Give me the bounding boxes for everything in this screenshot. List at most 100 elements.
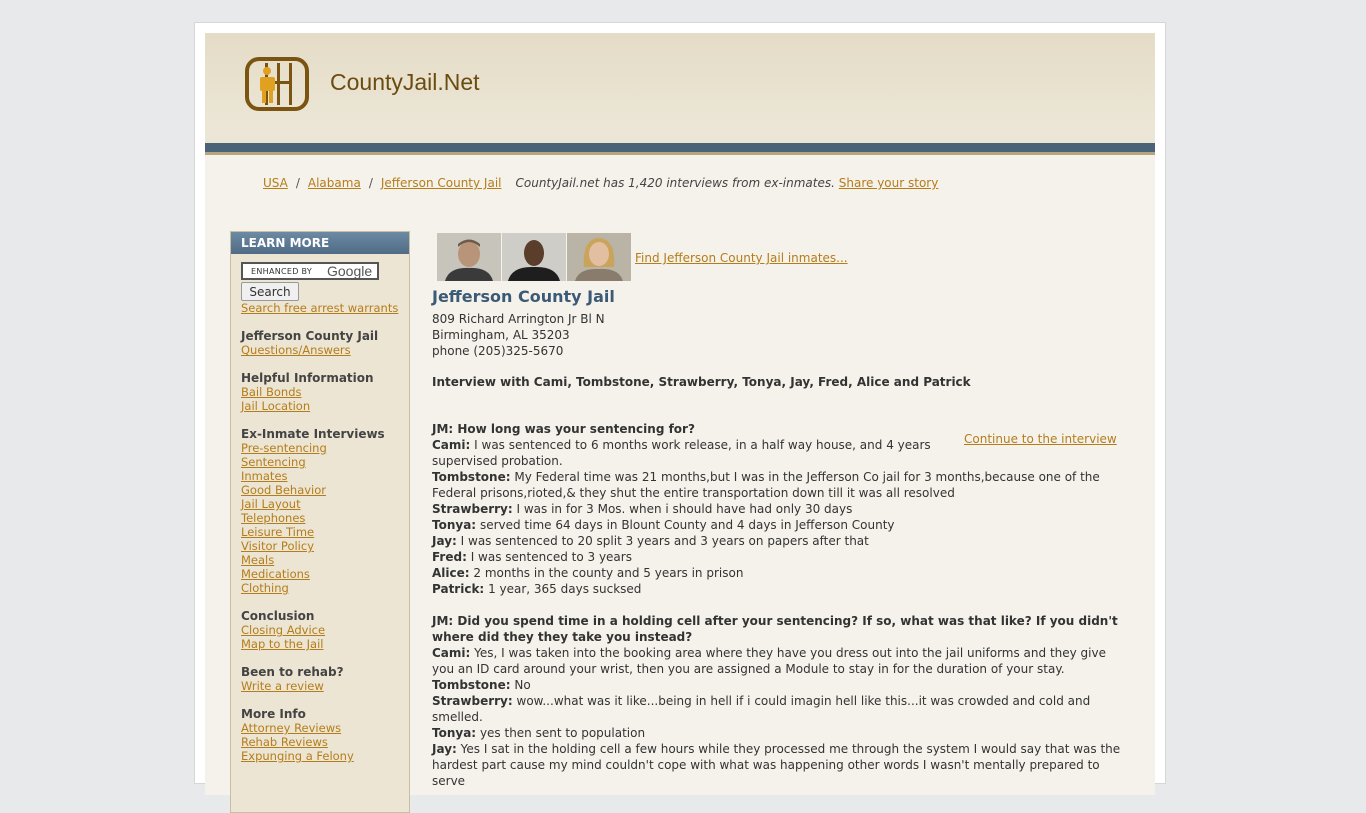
inmate-mugshot[interactable] <box>502 233 566 281</box>
sidebar-section-title: Ex-Inmate Interviews <box>241 427 385 441</box>
page-title: Jefferson County Jail <box>432 287 615 306</box>
jail-address: 809 Richard Arrington Jr Bl N Birmingham… <box>432 311 605 359</box>
answer-text: wow...what was it like...being in hell i… <box>432 694 1091 724</box>
site-name[interactable]: CountyJail.Net <box>330 69 480 96</box>
breadcrumb-jefferson[interactable]: Jefferson County Jail <box>381 176 502 190</box>
answer-name: Cami: <box>432 438 471 452</box>
sidebar-link-write-review[interactable]: Write a review <box>241 679 409 693</box>
breadcrumb-usa[interactable]: USA <box>263 176 288 190</box>
sidebar-link-sentencing[interactable]: Sentencing <box>241 455 409 469</box>
answer-text: I was in for 3 Mos. when i should have h… <box>516 502 853 516</box>
inmate-mugshot[interactable] <box>437 233 501 281</box>
interview-qa: JM: How long was your sentencing for? Ca… <box>432 421 1125 789</box>
answer-name: Alice: <box>432 566 470 580</box>
find-inmates-link[interactable]: Find Jefferson County Jail inmates... <box>635 251 848 265</box>
answer: Cami: Yes, I was taken into the booking … <box>432 645 1125 677</box>
answer: Jay: Yes I sat in the holding cell a few… <box>432 741 1125 789</box>
sidebar-link-rehab-reviews[interactable]: Rehab Reviews <box>241 735 409 749</box>
answer-text: I was sentenced to 6 months work release… <box>432 438 931 468</box>
answer-name: Patrick: <box>432 582 485 596</box>
sidebar-section-title: Helpful Information <box>241 371 374 385</box>
sidebar-link-meals[interactable]: Meals <box>241 553 409 567</box>
sidebar-header: LEARN MORE <box>231 232 409 254</box>
sidebar-section-title: Jefferson County Jail <box>241 329 379 343</box>
sidebar-link-inmates[interactable]: Inmates <box>241 469 409 483</box>
answer-text: 1 year, 365 days sucksed <box>488 582 642 596</box>
answer: Jay: I was sentenced to 20 split 3 years… <box>432 533 1125 549</box>
sidebar-link-leisure-time[interactable]: Leisure Time <box>241 525 409 539</box>
answer-name: Tonya: <box>432 726 477 740</box>
answer-text: Yes I sat in the holding cell a few hour… <box>432 742 1121 788</box>
search-enhanced-label: ENHANCED BY <box>251 267 313 276</box>
sidebar-section-title: Been to rehab? <box>241 665 344 679</box>
sidebar-link-expunging-felony[interactable]: Expunging a Felony <box>241 749 409 763</box>
search-input[interactable]: ENHANCED BY Google <box>241 262 379 280</box>
jail-logo-icon[interactable] <box>245 57 309 111</box>
sidebar-link-closing-advice[interactable]: Closing Advice <box>241 623 409 637</box>
question: JM: Did you spend time in a holding cell… <box>432 614 1118 644</box>
answer: Fred: I was sentenced to 3 years <box>432 549 1125 565</box>
content-area: USA / Alabama / Jefferson County Jail CountyJ… <box>205 155 1155 813</box>
sidebar-link-map-to-jail[interactable]: Map to the Jail <box>241 637 409 651</box>
answer-name: Tombstone: <box>432 678 511 692</box>
sidebar-link-good-behavior[interactable]: Good Behavior <box>241 483 409 497</box>
sidebar-link-jail-location[interactable]: Jail Location <box>241 399 409 413</box>
breadcrumb: USA / Alabama / Jefferson County Jail CountyJ… <box>263 176 938 190</box>
sidebar-section-title: More Info <box>241 707 306 721</box>
sidebar-link-questions-answers[interactable]: Questions/Answers <box>241 343 409 357</box>
arrest-warrants-link[interactable]: Search free arrest warrants <box>241 301 409 315</box>
answer: Patrick: 1 year, 365 days sucksed <box>432 581 1125 597</box>
breadcrumb-separator: / <box>368 176 373 190</box>
answer-text: No <box>514 678 531 692</box>
answer-name: Strawberry: <box>432 502 513 516</box>
page-container: CountyJail.Net USA / Alabama / Jefferson Cou… <box>194 22 1166 813</box>
answer-name: Fred: <box>432 550 467 564</box>
interview-count-note: CountyJail.net has 1,420 interviews from… <box>515 176 835 190</box>
answer-name: Cami: <box>432 646 471 660</box>
answer: Strawberry: I was in for 3 Mos. when i s… <box>432 501 1125 517</box>
answer: Tonya: yes then sent to population <box>432 725 1125 741</box>
sidebar: LEARN MORE ENHANCED BY Google Search Sea… <box>230 231 410 813</box>
sidebar-section-title: Conclusion <box>241 609 315 623</box>
question: JM: How long was your sentencing for? <box>432 422 695 436</box>
search-button[interactable]: Search <box>241 282 299 301</box>
answer-name: Jay: <box>432 742 457 756</box>
sidebar-link-visitor-policy[interactable]: Visitor Policy <box>241 539 409 553</box>
site-header: CountyJail.Net <box>205 33 1155 143</box>
answer-name: Strawberry: <box>432 694 513 708</box>
inmate-mugshot[interactable] <box>567 233 631 281</box>
sidebar-link-telephones[interactable]: Telephones <box>241 511 409 525</box>
answer-text: I was sentenced to 20 split 3 years and … <box>460 534 869 548</box>
header-bar <box>205 143 1155 152</box>
breadcrumb-alabama[interactable]: Alabama <box>308 176 361 190</box>
share-story-link[interactable]: Share your story <box>839 176 939 190</box>
answer: Cami: I was sentenced to 6 months work r… <box>432 437 932 469</box>
answer: Strawberry: wow...what was it like...bei… <box>432 693 1125 725</box>
sidebar-link-attorney-reviews[interactable]: Attorney Reviews <box>241 721 409 735</box>
answer-text: Yes, I was taken into the booking area w… <box>432 646 1106 676</box>
interview-title: Interview with Cami, Tombstone, Strawber… <box>432 375 971 389</box>
answer-text: My Federal time was 21 months,but I was … <box>432 470 1100 500</box>
address-line: Birmingham, AL 35203 <box>432 328 570 342</box>
sidebar-link-pre-sentencing[interactable]: Pre-sentencing <box>241 441 409 455</box>
answer-text: served time 64 days in Blount County and… <box>479 518 895 532</box>
sidebar-link-clothing[interactable]: Clothing <box>241 581 409 595</box>
sidebar-link-bail-bonds[interactable]: Bail Bonds <box>241 385 409 399</box>
answer-name: Tonya: <box>432 518 477 532</box>
answer: Tonya: served time 64 days in Blount Cou… <box>432 517 1125 533</box>
sidebar-link-jail-layout[interactable]: Jail Layout <box>241 497 409 511</box>
answer: Alice: 2 months in the county and 5 year… <box>432 565 1125 581</box>
phone-line: phone (205)325-5670 <box>432 344 564 358</box>
answer: Tombstone: My Federal time was 21 months… <box>432 469 1125 501</box>
answer-text: I was sentenced to 3 years <box>470 550 632 564</box>
answer: Tombstone: No <box>432 677 1125 693</box>
answer-text: yes then sent to population <box>479 726 646 740</box>
sidebar-link-medications[interactable]: Medications <box>241 567 409 581</box>
google-logo: Google <box>327 263 373 279</box>
breadcrumb-separator: / <box>295 176 300 190</box>
answer-name: Jay: <box>432 534 457 548</box>
answer-text: 2 months in the county and 5 years in pr… <box>473 566 744 580</box>
answer-name: Tombstone: <box>432 470 511 484</box>
address-line: 809 Richard Arrington Jr Bl N <box>432 312 605 326</box>
